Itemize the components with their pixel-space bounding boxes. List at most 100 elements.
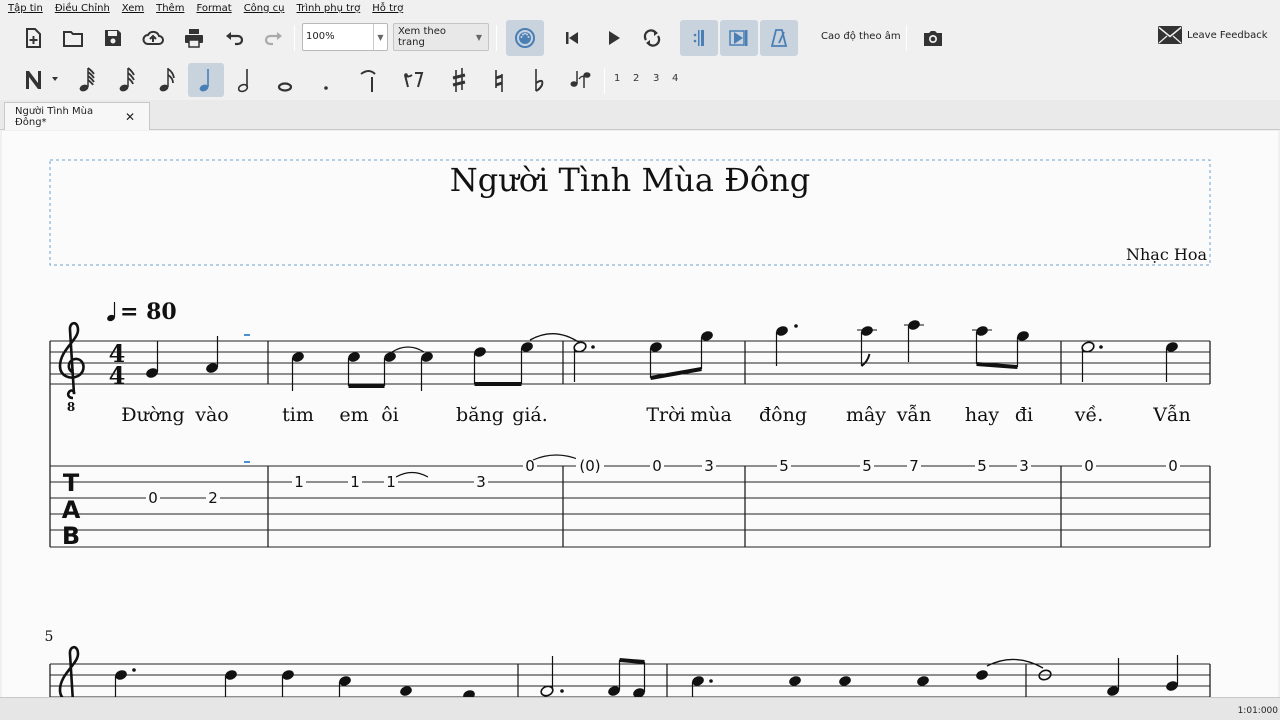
sharp-icon[interactable] xyxy=(444,63,474,97)
tab-fret[interactable]: 0 xyxy=(652,457,662,475)
pan-score-icon[interactable] xyxy=(720,20,758,56)
print-icon[interactable] xyxy=(179,23,209,53)
close-icon[interactable]: ✕ xyxy=(125,110,135,124)
score-canvas[interactable]: Người Tình Mùa Đông Nhạc Hoa = 80 8 4 4 … xyxy=(2,131,1278,697)
metronome-icon[interactable] xyxy=(760,20,798,56)
tab-clef-t[interactable]: T xyxy=(63,469,80,497)
measure-4-notes xyxy=(775,320,1029,369)
natural-icon[interactable] xyxy=(484,63,514,97)
menu-edit[interactable]: Điều Chỉnh xyxy=(55,3,110,14)
tab-clef-b[interactable]: B xyxy=(62,522,80,550)
lyric-syllable[interactable]: vẫn xyxy=(896,404,932,426)
menu-insert[interactable]: Thêm xyxy=(156,3,184,14)
menu-format[interactable]: Format xyxy=(196,3,231,14)
lyric-syllable[interactable]: ôi xyxy=(381,404,399,426)
menu-view[interactable]: Xem xyxy=(122,3,144,14)
loop-icon[interactable] xyxy=(637,23,667,53)
lyric-syllable[interactable]: tim xyxy=(282,404,314,426)
lyric-syllable[interactable]: Vẫn xyxy=(1152,404,1191,426)
thirty-second-note-icon[interactable] xyxy=(112,63,142,97)
cloud-upload-icon[interactable] xyxy=(138,23,168,53)
tab-fret[interactable]: 1 xyxy=(294,473,304,491)
voice-2-button[interactable]: 2 xyxy=(633,73,639,84)
midi-input-icon[interactable] xyxy=(506,20,544,56)
sixteenth-note-icon[interactable] xyxy=(152,63,182,97)
standard-staff-system-1 xyxy=(50,340,1210,385)
lyric-syllable[interactable]: hay xyxy=(965,404,1000,426)
tab-clef-a[interactable]: A xyxy=(62,496,81,524)
redo-icon[interactable] xyxy=(259,23,289,53)
tab-fret[interactable]: (0) xyxy=(579,457,600,475)
measure-2-notes xyxy=(291,333,581,391)
flip-direction-icon[interactable] xyxy=(566,63,596,97)
menu-file[interactable]: Tập tin xyxy=(8,3,43,14)
tab-fret[interactable]: 3 xyxy=(704,457,714,475)
tab-fret[interactable]: 1 xyxy=(386,473,396,491)
new-file-icon[interactable] xyxy=(18,23,48,53)
tab-fret[interactable]: 1 xyxy=(350,473,360,491)
tie-icon[interactable] xyxy=(353,63,383,97)
repeat-play-icon[interactable] xyxy=(680,20,718,56)
treble-clef-icon[interactable] xyxy=(58,645,80,697)
lyric-syllable[interactable]: giá. xyxy=(512,404,548,426)
treble-clef-icon[interactable] xyxy=(58,321,85,400)
tab-fret[interactable]: 7 xyxy=(909,457,919,475)
lyric-syllable[interactable]: băng xyxy=(456,404,504,426)
composer-text[interactable]: Nhạc Hoa xyxy=(1126,245,1207,264)
augmentation-dot-icon[interactable] xyxy=(311,63,341,97)
rewind-icon[interactable] xyxy=(557,23,587,53)
lyric-syllable[interactable]: mùa xyxy=(690,404,732,426)
tab-fret[interactable]: 5 xyxy=(977,457,987,475)
view-mode-select[interactable]: Xem theo trang ▼ xyxy=(393,23,489,51)
lyric-syllable[interactable]: về. xyxy=(1074,404,1103,426)
tempo-text: = 80 xyxy=(120,299,177,325)
lyric-syllable[interactable]: mây xyxy=(846,404,886,426)
tab-fret[interactable]: 3 xyxy=(1019,457,1029,475)
leave-feedback-button[interactable]: Leave Feedback xyxy=(1158,26,1268,44)
zoom-select[interactable]: 100% ▼ xyxy=(302,23,388,51)
tab-fret[interactable]: 2 xyxy=(208,489,218,507)
zoom-value[interactable]: 100% xyxy=(303,24,373,50)
open-folder-icon[interactable] xyxy=(58,23,88,53)
tab-fret[interactable]: 5 xyxy=(779,457,789,475)
save-icon[interactable] xyxy=(98,23,128,53)
lyric-syllable[interactable]: vào xyxy=(194,404,229,426)
sixty-fourth-note-icon[interactable] xyxy=(72,63,102,97)
score-title[interactable]: Người Tình Mùa Đông xyxy=(450,161,811,199)
voice-3-button[interactable]: 3 xyxy=(653,73,659,84)
play-icon[interactable] xyxy=(598,23,628,53)
rest-icon[interactable] xyxy=(398,63,428,97)
time-signature-bottom[interactable]: 4 xyxy=(109,361,126,390)
pitch-mode-label[interactable]: Cao độ theo âm xyxy=(821,31,901,42)
voice-1-button[interactable]: 1 xyxy=(614,73,620,84)
tab-fret[interactable]: 0 xyxy=(1168,457,1178,475)
playback-position: 1:01:000 xyxy=(1237,706,1278,716)
undo-icon[interactable] xyxy=(219,23,249,53)
tempo-marking[interactable]: = 80 xyxy=(106,299,177,325)
quarter-note-icon[interactable] xyxy=(188,63,224,97)
lyric-syllable[interactable]: em xyxy=(339,404,368,426)
whole-note-icon[interactable] xyxy=(270,63,300,97)
menu-bar: Tập tin Điều Chỉnh Xem Thêm Format Công … xyxy=(0,0,1280,17)
menu-help[interactable]: Hỗ trợ xyxy=(372,3,403,14)
lyric-syllable[interactable]: Đường xyxy=(121,404,184,426)
menu-tools[interactable]: Công cụ xyxy=(244,3,285,14)
measure-5-notes xyxy=(1081,341,1178,382)
toolbar-separator xyxy=(496,25,497,51)
camera-icon[interactable] xyxy=(918,23,948,53)
tab-fret[interactable]: 5 xyxy=(862,457,872,475)
tab-fret[interactable]: 0 xyxy=(148,489,158,507)
lyric-syllable[interactable]: đi xyxy=(1015,404,1033,426)
tab-fret[interactable]: 3 xyxy=(476,473,486,491)
menu-plugins[interactable]: Trình phụ trợ xyxy=(297,3,361,14)
chevron-down-icon[interactable]: ▼ xyxy=(373,24,387,50)
score-sheet: Người Tình Mùa Đông Nhạc Hoa = 80 8 4 4 … xyxy=(45,159,1211,697)
lyric-syllable[interactable]: Trời xyxy=(646,404,685,426)
half-note-icon[interactable] xyxy=(230,63,260,97)
flat-icon[interactable] xyxy=(524,63,554,97)
voice-4-button[interactable]: 4 xyxy=(672,73,678,84)
note-input-mode-icon[interactable] xyxy=(18,63,66,97)
score-tab[interactable]: Người Tình Mùa Đông* ✕ xyxy=(4,102,150,130)
lyric-syllable[interactable]: đông xyxy=(759,404,807,426)
tab-fret[interactable]: 0 xyxy=(1084,457,1094,475)
